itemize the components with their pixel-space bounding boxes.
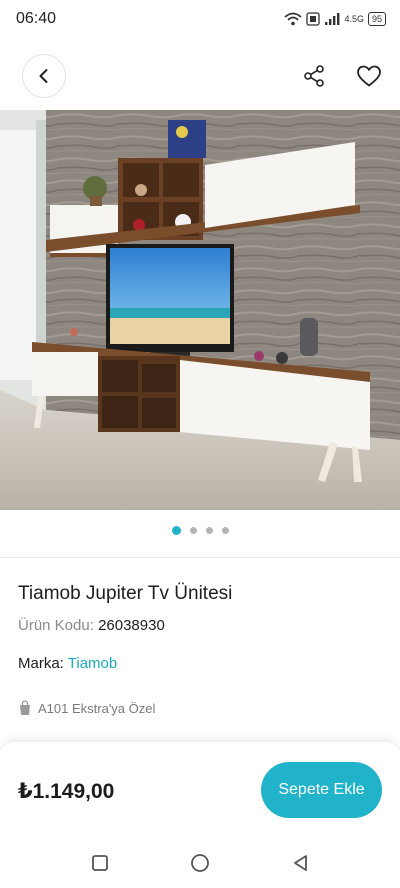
system-back-button[interactable]	[289, 851, 313, 875]
status-icons: 4.5G 95	[284, 12, 386, 26]
share-icon	[304, 65, 324, 87]
brand-label: Marka:	[18, 655, 64, 672]
circle-icon	[191, 854, 209, 872]
home-button[interactable]	[188, 851, 212, 875]
brand-row: Marka: Tiamob	[18, 655, 117, 672]
gallery-indicator	[0, 526, 400, 535]
back-button[interactable]	[22, 54, 66, 98]
top-nav	[0, 52, 400, 100]
chevron-left-icon	[39, 69, 48, 83]
signal-icon	[325, 13, 340, 25]
add-to-cart-button[interactable]: Sepete Ekle	[261, 762, 382, 818]
battery-icon: 95	[367, 12, 386, 26]
special-offer-label: A101 Ekstra'ya Özel	[38, 700, 156, 716]
gallery-dot-1[interactable]	[171, 526, 181, 535]
volte-icon	[306, 12, 321, 26]
product-code-row: Ürün Kodu: 26038930	[18, 617, 165, 634]
square-icon	[92, 855, 108, 871]
product-image[interactable]	[0, 110, 400, 510]
heart-icon	[357, 65, 381, 87]
brand-link[interactable]: Tiamob	[68, 655, 117, 672]
gallery-dot-3[interactable]	[205, 527, 213, 534]
product-price: ₺1.149,00	[18, 780, 115, 803]
shopping-bag-icon	[20, 700, 30, 715]
product-title: Tiamob Jupiter Tv Ünitesi	[18, 583, 233, 604]
status-time: 06:40	[16, 10, 57, 27]
purchase-bar: ₺1.149,00 Sepete Ekle	[0, 741, 400, 837]
favorite-button[interactable]	[354, 62, 384, 90]
recent-apps-button[interactable]	[88, 851, 112, 875]
divider	[0, 557, 400, 558]
battery-level: 95	[371, 14, 382, 24]
triangle-back-icon	[294, 855, 307, 871]
network-type: 4.5G	[344, 14, 364, 24]
product-photo	[0, 110, 400, 510]
gallery-dot-2[interactable]	[189, 527, 197, 534]
status-bar: 06:40 4.5G 95	[0, 0, 400, 38]
special-offer-row: A101 Ekstra'ya Özel	[18, 700, 155, 716]
share-button[interactable]	[300, 62, 328, 90]
wifi-icon	[284, 12, 303, 26]
gallery-dot-4[interactable]	[221, 527, 229, 534]
product-code-label: Ürün Kodu:	[18, 617, 94, 634]
system-nav-bar	[0, 838, 400, 888]
product-code-value: 26038930	[98, 617, 165, 634]
